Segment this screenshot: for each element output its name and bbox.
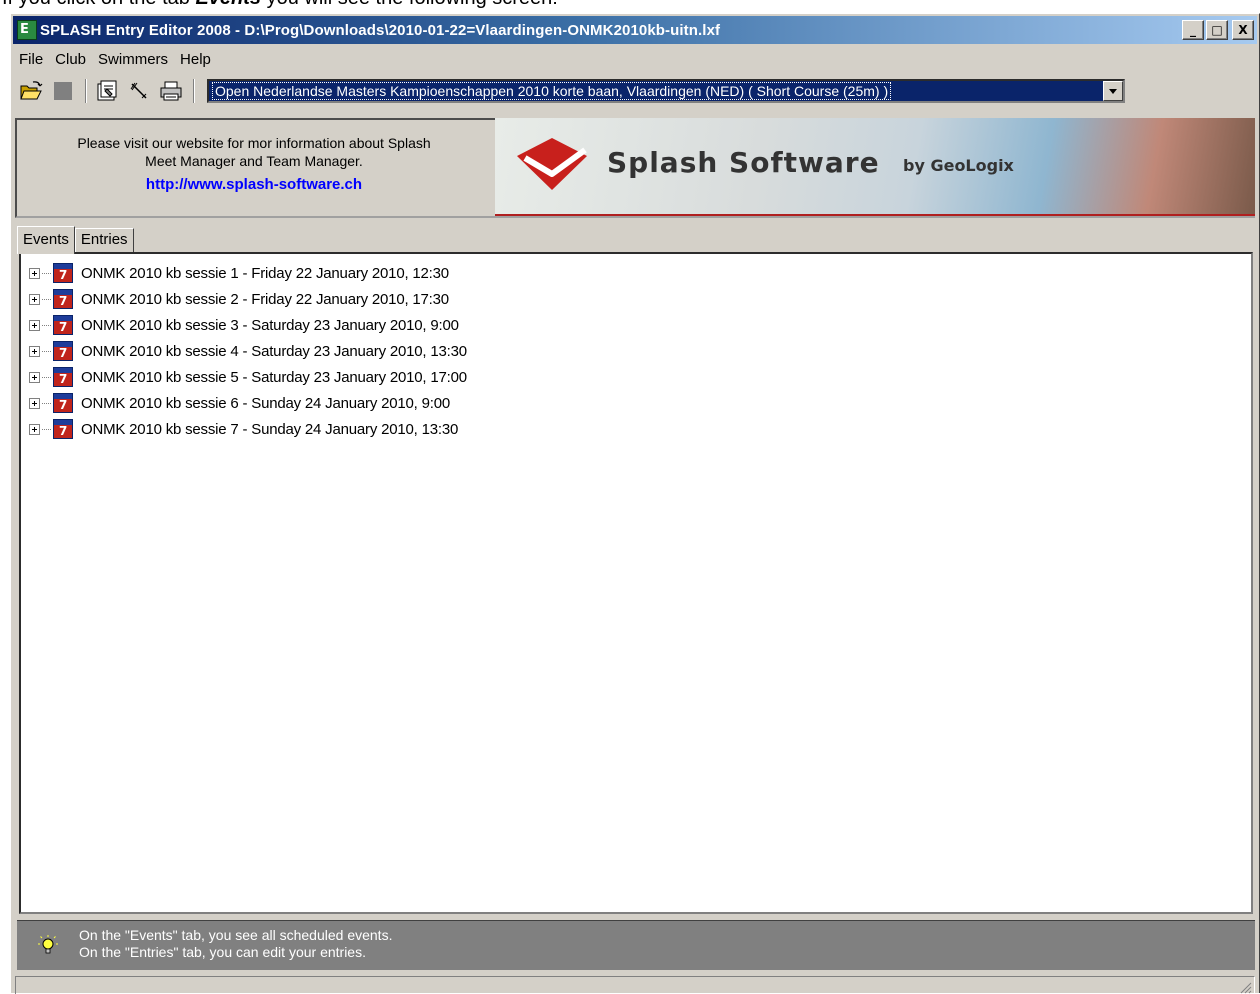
tree-item[interactable]: ONMK 2010 kb sessie 5 - Saturday 23 Janu… — [21, 364, 1251, 390]
expand-icon[interactable] — [29, 397, 40, 409]
close-button[interactable]: X — [1232, 20, 1254, 40]
hint-line-2: On the "Entries" tab, you can edit your … — [79, 944, 366, 960]
menu-file[interactable]: File — [19, 51, 43, 68]
hint-text: On the "Events" tab, you see all schedul… — [79, 927, 392, 961]
window-controls: _ □ X — [1182, 20, 1254, 40]
banner: Please visit our website for mor informa… — [15, 118, 1255, 218]
toolbar-separator — [85, 79, 87, 103]
menu-club[interactable]: Club — [55, 51, 86, 68]
tab-entries[interactable]: Entries — [74, 228, 134, 252]
calendar-icon — [53, 393, 73, 413]
session-label: ONMK 2010 kb sessie 4 - Saturday 23 Janu… — [81, 342, 467, 360]
session-label: ONMK 2010 kb sessie 3 - Saturday 23 Janu… — [81, 316, 459, 334]
calendar-icon — [53, 419, 73, 439]
splash-logo-icon — [517, 138, 587, 190]
expand-icon[interactable] — [29, 371, 40, 383]
heading-text-after: you will see the following screen: — [261, 0, 558, 9]
toolbar: Open Nederlandse Masters Kampioenschappe… — [13, 74, 1257, 108]
lightbulb-icon — [38, 935, 58, 954]
session-label: ONMK 2010 kb sessie 6 - Sunday 24 Januar… — [81, 394, 450, 412]
maximize-button[interactable]: □ — [1206, 20, 1228, 40]
session-label: ONMK 2010 kb sessie 1 - Friday 22 Januar… — [81, 264, 449, 282]
tree-item[interactable]: ONMK 2010 kb sessie 7 - Sunday 24 Januar… — [21, 416, 1251, 442]
expand-icon[interactable] — [29, 423, 40, 435]
expand-icon[interactable] — [29, 293, 40, 305]
tree-item[interactable]: ONMK 2010 kb sessie 6 - Sunday 24 Januar… — [21, 390, 1251, 416]
meet-dropdown-value: Open Nederlandse Masters Kampioenschappe… — [211, 82, 892, 100]
heading-text-before: If you click on the tab — [2, 0, 195, 9]
app-icon[interactable] — [17, 20, 37, 40]
expand-icon[interactable] — [29, 267, 40, 279]
meet-dropdown[interactable]: Open Nederlandse Masters Kampioenschappe… — [207, 79, 1125, 103]
tab-strip: Events Entries — [17, 226, 134, 254]
window-title: SPLASH Entry Editor 2008 - D:\Prog\Downl… — [40, 21, 721, 39]
calendar-icon — [53, 289, 73, 309]
chevron-down-icon[interactable] — [1103, 81, 1123, 101]
tab-events[interactable]: Events — [17, 226, 75, 254]
logo-byline: by GeoLogix — [903, 156, 1014, 175]
session-label: ONMK 2010 kb sessie 7 - Sunday 24 Januar… — [81, 420, 459, 438]
calendar-icon — [53, 315, 73, 335]
calendar-icon — [53, 341, 73, 361]
tree-item[interactable]: ONMK 2010 kb sessie 4 - Saturday 23 Janu… — [21, 338, 1251, 364]
splash-logo-banner[interactable]: Splash Software by GeoLogix — [495, 118, 1255, 216]
menu-swimmers[interactable]: Swimmers — [98, 51, 168, 68]
tree-item[interactable]: ONMK 2010 kb sessie 2 - Friday 22 Januar… — [21, 286, 1251, 312]
banner-info: Please visit our website for mor informa… — [17, 120, 491, 216]
events-tree[interactable]: ONMK 2010 kb sessie 1 - Friday 22 Januar… — [19, 252, 1253, 914]
document-heading: If you click on the tab Events you will … — [0, 0, 1260, 13]
resize-grip-icon[interactable] — [1238, 980, 1252, 994]
toolbar-separator — [193, 79, 195, 103]
title-bar[interactable]: SPLASH Entry Editor 2008 - D:\Prog\Downl… — [13, 16, 1257, 44]
app-window: SPLASH Entry Editor 2008 - D:\Prog\Downl… — [10, 13, 1260, 994]
minimize-button[interactable]: _ — [1182, 20, 1204, 40]
wand-icon[interactable] — [127, 79, 151, 103]
menu-bar: File Club Swimmers Help — [13, 47, 1257, 71]
banner-line-1: Please visit our website for mor informa… — [77, 135, 431, 151]
session-label: ONMK 2010 kb sessie 5 - Saturday 23 Janu… — [81, 368, 467, 386]
printer-icon[interactable] — [159, 79, 183, 103]
calendar-icon — [53, 367, 73, 387]
tree-item[interactable]: ONMK 2010 kb sessie 1 - Friday 22 Januar… — [21, 260, 1251, 286]
properties-icon[interactable] — [95, 79, 119, 103]
stop-icon[interactable] — [51, 79, 75, 103]
open-folder-icon[interactable] — [19, 79, 43, 103]
hint-line-1: On the "Events" tab, you see all schedul… — [79, 927, 393, 943]
banner-line-2: Meet Manager and Team Manager. — [145, 153, 363, 169]
calendar-icon — [53, 263, 73, 283]
menu-help[interactable]: Help — [180, 51, 211, 68]
website-link[interactable]: http://www.splash-software.ch — [17, 176, 491, 194]
expand-icon[interactable] — [29, 319, 40, 331]
logo-text: Splash Software — [607, 146, 880, 179]
status-bar — [15, 976, 1255, 994]
heading-text-emphasis: Events — [195, 0, 261, 9]
session-label: ONMK 2010 kb sessie 2 - Friday 22 Januar… — [81, 290, 449, 308]
expand-icon[interactable] — [29, 345, 40, 357]
hint-bar: On the "Events" tab, you see all schedul… — [17, 920, 1255, 970]
tree-item[interactable]: ONMK 2010 kb sessie 3 - Saturday 23 Janu… — [21, 312, 1251, 338]
